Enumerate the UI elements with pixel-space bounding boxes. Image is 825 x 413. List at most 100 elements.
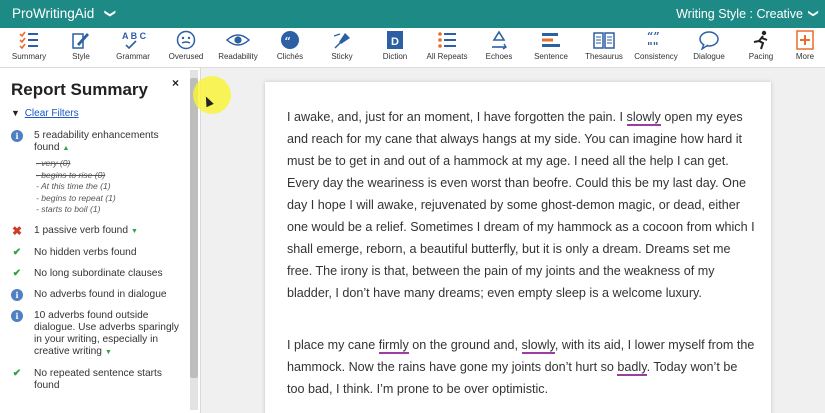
grammar-icon: A B C bbox=[122, 31, 146, 50]
tool-style[interactable]: Style bbox=[53, 28, 109, 68]
report-item-text: No hidden verbs found bbox=[34, 246, 137, 258]
app-menu-chevron-down-icon[interactable]: ❯ bbox=[104, 9, 117, 18]
app-name-menu[interactable]: ProWritingAid bbox=[12, 6, 94, 21]
tool-label: All Repeats bbox=[426, 52, 468, 61]
tool-diction[interactable]: D Diction bbox=[367, 28, 423, 68]
document-page[interactable]: I awake, and, just for an moment, I have… bbox=[265, 82, 771, 413]
speech-bubble-icon bbox=[699, 31, 719, 50]
suggestion-item[interactable]: - very (0) bbox=[36, 158, 188, 170]
suggestion-item[interactable]: - At this time the (1) bbox=[36, 181, 188, 193]
report-item-text: 1 passive verb found bbox=[34, 224, 129, 236]
adverb-highlight[interactable]: slowly bbox=[521, 338, 555, 354]
eye-icon bbox=[226, 34, 250, 46]
clear-filters-row: ▼ Clear Filters bbox=[11, 108, 79, 119]
paragraph-2[interactable]: I place my cane firmly on the ground and… bbox=[287, 334, 757, 400]
report-item-passive-verbs[interactable]: ✖ 1 passive verb found ▼ bbox=[10, 225, 188, 238]
writing-style-selector[interactable]: Writing Style : Creative bbox=[676, 7, 803, 21]
suggestion-item[interactable]: - begins to rise (0) bbox=[36, 170, 188, 182]
sidebar-scrollbar[interactable] bbox=[190, 70, 198, 410]
report-item-hidden-verbs[interactable]: ✔ No hidden verbs found bbox=[10, 247, 188, 259]
adverb-highlight[interactable]: badly bbox=[617, 360, 647, 376]
expand-caret-icon[interactable]: ▼ bbox=[131, 228, 138, 235]
adverb-highlight[interactable]: slowly bbox=[626, 110, 661, 126]
check-icon: ✔ bbox=[12, 367, 22, 379]
suggestion-item[interactable]: - starts to boil (1) bbox=[36, 204, 188, 216]
tool-label: Sentence bbox=[534, 52, 568, 61]
tool-label: Thesaurus bbox=[585, 52, 623, 61]
writing-style-chevron-down-icon[interactable]: ❯ bbox=[807, 9, 818, 17]
report-item-text: No repeated sentence starts found bbox=[34, 367, 162, 391]
report-item-subordinate-clauses[interactable]: ✔ No long subordinate clauses bbox=[10, 268, 188, 280]
recycle-icon bbox=[492, 30, 507, 50]
report-item-adverbs-outside-dialogue[interactable]: i 10 adverbs found outside dialogue. Use… bbox=[10, 309, 188, 359]
tool-all-repeats[interactable]: All Repeats bbox=[419, 28, 475, 68]
expand-caret-icon[interactable]: ▼ bbox=[105, 349, 112, 356]
info-icon: i bbox=[11, 309, 23, 322]
suggestion-item[interactable]: - begins to repeat (1) bbox=[36, 193, 188, 205]
svg-text:"": "" bbox=[647, 40, 658, 50]
tool-thesaurus[interactable]: Thesaurus bbox=[576, 28, 632, 68]
tool-cliches[interactable]: “ Clichés bbox=[262, 28, 318, 68]
readability-suggestions: - very (0) - begins to rise (0) - At thi… bbox=[36, 158, 188, 216]
tool-label: Echoes bbox=[485, 52, 513, 61]
document-panel: I awake, and, just for an moment, I have… bbox=[201, 68, 825, 413]
tool-more[interactable]: More bbox=[785, 28, 825, 68]
sentence-icon bbox=[542, 33, 560, 47]
check-icon: ✔ bbox=[12, 246, 22, 258]
report-summary-title: Report Summary bbox=[11, 80, 148, 99]
tool-label: More bbox=[795, 52, 815, 61]
plus-icon bbox=[796, 30, 814, 50]
info-icon: i bbox=[11, 288, 23, 301]
report-item-text: No adverbs found in dialogue bbox=[34, 288, 167, 300]
list-icon bbox=[438, 32, 456, 48]
runner-icon bbox=[753, 30, 768, 50]
close-icon[interactable]: × bbox=[172, 76, 179, 90]
tool-sentence[interactable]: Sentence bbox=[523, 28, 579, 68]
svg-text:A B C: A B C bbox=[122, 31, 146, 41]
tool-label: Readability bbox=[218, 52, 258, 61]
tool-label: Summary bbox=[11, 52, 47, 61]
tool-echoes[interactable]: Echoes bbox=[471, 28, 527, 68]
tool-consistency[interactable]: “” "" Consistency bbox=[628, 28, 684, 68]
tool-sticky[interactable]: Sticky bbox=[314, 28, 370, 68]
report-item-text: No long subordinate clauses bbox=[34, 267, 163, 279]
svg-text:“: “ bbox=[285, 35, 291, 48]
report-item-repeated-starts[interactable]: ✔ No repeated sentence starts found bbox=[10, 368, 188, 392]
consistency-icon: “”"" bbox=[647, 30, 660, 50]
clear-filters-link[interactable]: Clear Filters bbox=[25, 108, 79, 119]
adverb-highlight[interactable]: firmly bbox=[378, 338, 409, 354]
tool-label: Sticky bbox=[331, 52, 353, 61]
tool-grammar[interactable]: A B C Grammar bbox=[105, 28, 161, 68]
cursor-highlight bbox=[193, 76, 231, 114]
tool-label: Clichés bbox=[276, 52, 304, 61]
book-icon bbox=[593, 32, 615, 49]
tool-overused[interactable]: Overused bbox=[158, 28, 214, 68]
report-summary-panel: Report Summary × ▼ Clear Filters i 5 rea… bbox=[0, 68, 201, 413]
tool-summary[interactable]: Summary bbox=[1, 28, 57, 68]
info-icon: i bbox=[11, 130, 23, 142]
check-icon: ✔ bbox=[12, 267, 22, 279]
summary-icon bbox=[19, 31, 38, 50]
tool-dialogue[interactable]: Dialogue bbox=[681, 28, 737, 68]
filter-icon: ▼ bbox=[11, 108, 20, 118]
overused-icon bbox=[176, 30, 196, 50]
tool-label: Consistency bbox=[634, 52, 678, 61]
tool-label: Diction bbox=[382, 52, 408, 61]
report-item-text: 5 readability enhancements found bbox=[34, 130, 159, 153]
report-item-adverbs-dialogue[interactable]: i No adverbs found in dialogue bbox=[10, 288, 188, 301]
tool-label: Dialogue bbox=[693, 52, 725, 61]
collapse-caret-icon[interactable]: ▲ bbox=[63, 145, 70, 152]
paragraph-1[interactable]: I awake, and, just for an moment, I have… bbox=[287, 106, 757, 304]
error-icon: ✖ bbox=[11, 223, 23, 238]
report-item-readability[interactable]: i 5 readability enhancements found ▲ - ve… bbox=[10, 130, 188, 216]
diction-icon: D bbox=[387, 31, 403, 49]
quote-icon: “ bbox=[281, 31, 299, 49]
report-toolbar: Summary Style A B C Grammar Overused Rea… bbox=[0, 28, 825, 68]
tool-pacing[interactable]: Pacing bbox=[733, 28, 789, 68]
report-item-list: i 5 readability enhancements found ▲ - ve… bbox=[10, 130, 188, 401]
tool-readability[interactable]: Readability bbox=[210, 28, 266, 68]
sticky-icon bbox=[333, 33, 350, 49]
tool-label: Style bbox=[72, 52, 90, 61]
app-header: ProWritingAid ❯ Writing Style : Creative… bbox=[0, 0, 825, 28]
scrollbar-thumb[interactable] bbox=[190, 78, 198, 378]
